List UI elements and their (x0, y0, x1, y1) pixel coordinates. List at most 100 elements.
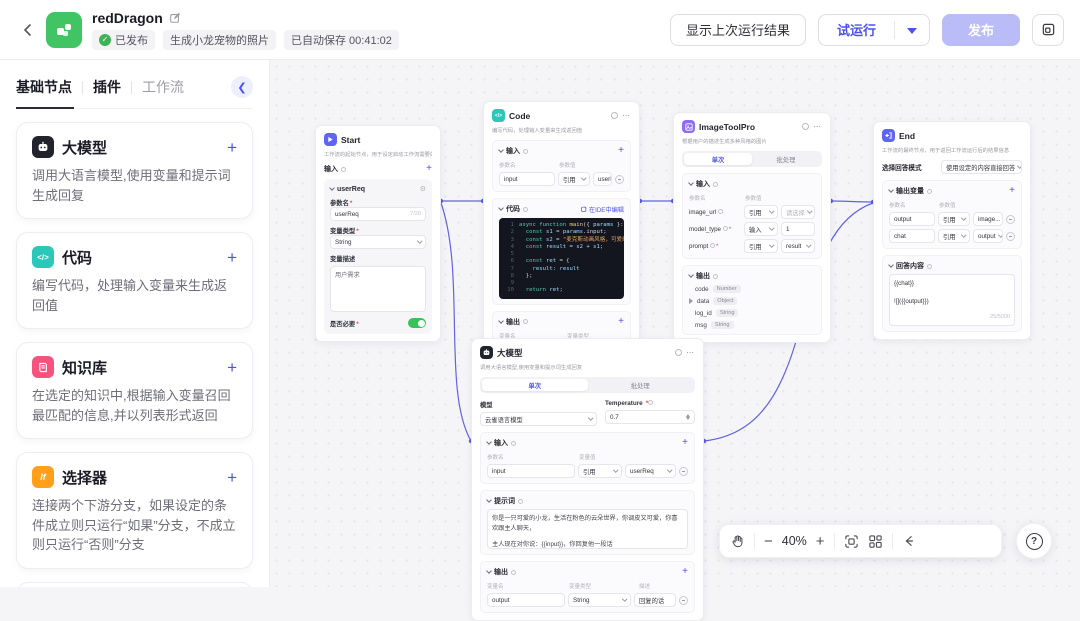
node-card-code[interactable]: </> 代码 + 编写代码，处理输入变量来生成返回值 (16, 232, 253, 329)
value-select[interactable]: result (781, 239, 815, 253)
fit-view-button[interactable] (844, 534, 859, 549)
add-output-button[interactable]: + (682, 567, 688, 577)
remove-row-button[interactable] (615, 174, 624, 184)
value-select[interactable]: output (973, 229, 1003, 243)
prompt-textarea[interactable]: 你是一只可爱的小龙，生活在粉色的云朵世界，你调皮又可爱，你喜欢跟主人聊天， 主人… (487, 509, 688, 549)
node-card-selector[interactable]: If 选择器 + 连接两个下游分支，如果设定的条件成立则只运行“如果”分支，不成… (16, 452, 253, 569)
add-llm-node-button[interactable]: + (227, 139, 237, 156)
collapse-icon[interactable] (498, 205, 504, 211)
param-name-input[interactable]: input (499, 172, 555, 186)
collapse-icon[interactable] (688, 180, 694, 186)
add-input-button[interactable]: + (682, 438, 688, 448)
open-panel-button[interactable] (1032, 13, 1064, 46)
tab-batch[interactable]: 批处理 (588, 379, 694, 391)
mode-select[interactable]: 引用 (744, 205, 778, 219)
mode-select[interactable]: 引用 (938, 229, 970, 243)
node-start[interactable]: Start 工作流的起始节点，用于设定启动工作流需要的信息 输入 + userR… (315, 125, 441, 342)
workflow-canvas[interactable]: Start 工作流的起始节点，用于设定启动工作流需要的信息 输入 + userR… (270, 60, 1080, 621)
edit-title-icon[interactable] (169, 12, 181, 24)
zoom-in-button[interactable]: + (816, 534, 825, 549)
tab-workflows[interactable]: 工作流 (142, 77, 184, 97)
auto-layout-button[interactable] (902, 534, 916, 548)
run-status-icon[interactable] (675, 349, 682, 356)
required-toggle[interactable] (408, 318, 426, 328)
var-name-input[interactable]: output (487, 593, 565, 607)
mode-select[interactable]: 引用 (744, 239, 778, 253)
back-button[interactable] (16, 18, 40, 42)
value-select[interactable]: userReq (625, 464, 676, 478)
add-knowledge-node-button[interactable]: + (227, 359, 237, 376)
tab-single[interactable]: 单次 (684, 153, 752, 165)
add-code-node-button[interactable]: + (227, 249, 237, 266)
value-input[interactable]: 1 (781, 222, 815, 236)
collapse-icon[interactable] (888, 187, 894, 193)
gear-icon[interactable]: ⚙ (420, 185, 426, 193)
remove-row-button[interactable] (1006, 214, 1015, 224)
param-name-input[interactable]: chat (889, 229, 935, 243)
node-llm[interactable]: 大模型 ⋯ 调用大语言模型,使用变量和提示词生成回复 单次 批处理 模型 云雀语… (471, 338, 704, 621)
node-imagetoolpro[interactable]: ImageToolPro ⋯ 根据用户的描述生成多种风格的图片 单次 批处理 输… (673, 112, 831, 343)
mode-select[interactable]: 引用 (558, 172, 590, 186)
desc-textarea[interactable]: 用户需求 (330, 266, 426, 312)
minimap-button[interactable] (868, 534, 883, 549)
run-status-icon[interactable] (802, 123, 809, 130)
add-input-button[interactable]: + (618, 146, 624, 156)
tab-single[interactable]: 单次 (482, 379, 588, 391)
param-name-input[interactable]: output (889, 212, 935, 226)
collapse-icon[interactable] (486, 497, 492, 503)
collapse-panel-button[interactable]: ❮ (231, 76, 253, 98)
mode-select[interactable]: 输入 (744, 222, 778, 236)
test-run-dropdown-button[interactable] (895, 15, 929, 45)
code-editor[interactable]: 1async function main({ params }: Args): … (499, 218, 624, 299)
value-select[interactable]: userR... (593, 172, 612, 186)
collapse-icon[interactable] (498, 317, 504, 324)
collapse-icon[interactable] (688, 272, 694, 278)
answer-mode-select[interactable]: 使用设定的内容直接回答 (941, 160, 1022, 174)
tab-batch[interactable]: 批处理 (752, 153, 820, 165)
remove-row-button[interactable] (1006, 231, 1015, 241)
type-select[interactable]: String (330, 235, 426, 249)
show-last-run-button[interactable]: 显示上次运行结果 (669, 13, 806, 46)
add-output-button[interactable]: + (1009, 186, 1015, 196)
field-label: 参数名 (330, 198, 426, 207)
more-icon[interactable]: ⋯ (813, 122, 822, 131)
help-button[interactable]: ? (1016, 523, 1052, 559)
tab-plugins[interactable]: 插件 (93, 77, 121, 97)
mode-select[interactable]: 引用 (938, 212, 970, 226)
node-code[interactable]: </> Code ⋯ 编写代码，处理输入变量来生成返回值 输入 + 参数名 参数… (483, 101, 640, 371)
zoom-out-button[interactable]: − (764, 534, 773, 549)
run-status-icon[interactable] (611, 112, 618, 119)
node-card-knowledge[interactable]: 知识库 + 在选定的知识中,根据输入变量召回最匹配的信息,并以列表形式返回 (16, 342, 253, 439)
more-icon[interactable]: ⋯ (686, 348, 695, 357)
var-desc-input[interactable]: 回复的话 (634, 593, 676, 607)
add-output-button[interactable]: + (618, 316, 624, 327)
node-end[interactable]: End 工作流的最终节点，用于返回工作流运行后的结果信息 选择回答模式 使用设定… (873, 121, 1031, 340)
add-input-button[interactable]: + (426, 164, 432, 174)
param-name-input[interactable]: userReq 7/20 (330, 207, 426, 221)
var-type-select[interactable]: String (568, 593, 631, 607)
add-selector-node-button[interactable]: + (227, 469, 237, 486)
collapse-icon[interactable] (888, 262, 894, 268)
expand-icon[interactable] (689, 298, 693, 304)
remove-row-button[interactable] (679, 595, 688, 605)
mode-select[interactable]: 引用 (578, 464, 622, 478)
value-select[interactable]: image... (973, 212, 1003, 226)
node-card-llm[interactable]: 大模型 + 调用大语言模型,使用变量和提示词生成回复 (16, 122, 253, 219)
collapse-icon[interactable] (498, 147, 504, 153)
more-icon[interactable]: ⋯ (622, 111, 631, 120)
tab-basic-nodes[interactable]: 基础节点 (16, 77, 72, 97)
publish-button[interactable]: 发布 (941, 13, 1020, 46)
collapse-icon[interactable] (329, 185, 335, 191)
param-name-input[interactable]: input (487, 464, 575, 478)
model-select[interactable]: 云雀语言模型 (480, 412, 597, 426)
pan-hand-button[interactable] (730, 534, 745, 549)
node-card-database[interactable]: 数据库 + 可支持对 Database 放开读写控制，用户可 (16, 581, 253, 587)
collapse-icon[interactable] (486, 439, 492, 445)
value-select[interactable]: 请选择 (781, 205, 815, 219)
collapse-icon[interactable] (486, 568, 492, 574)
edit-in-ide-link[interactable]: 在IDE中编辑 (581, 205, 624, 214)
test-run-button[interactable]: 试运行 (819, 20, 894, 39)
temperature-input[interactable]: 0.7 (605, 410, 695, 424)
answer-textarea[interactable]: {{chat}} ![]({{output}}) 25/5000 (889, 274, 1015, 326)
remove-row-button[interactable] (679, 466, 688, 476)
